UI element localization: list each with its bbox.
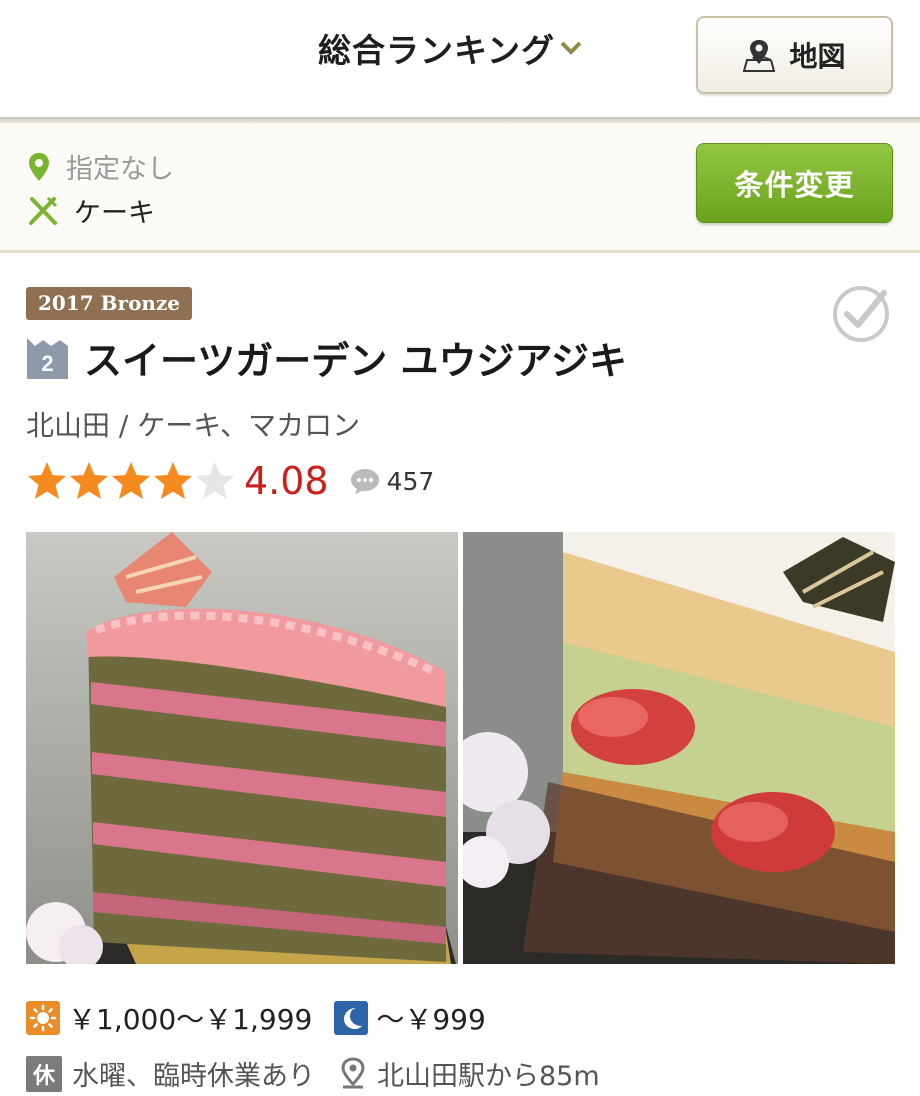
info-row: 休 水曜、臨時休業あり 北山田駅から85m xyxy=(26,1054,600,1093)
star-icon xyxy=(196,462,234,499)
review-count-link[interactable]: 457 xyxy=(349,466,435,496)
area-condition: 指定なし xyxy=(28,147,174,186)
star-icon xyxy=(154,462,192,499)
price-row: ￥1,000〜￥1,999 〜￥999 xyxy=(26,998,486,1038)
rating-value: 4.08 xyxy=(244,459,329,503)
header: 総合ランキング 地図 xyxy=(0,0,920,118)
check-circle-icon[interactable] xyxy=(832,285,890,343)
dinner-price: 〜￥999 xyxy=(376,1003,486,1036)
restaurant-photo-1[interactable] xyxy=(26,532,458,964)
star-icon xyxy=(70,462,108,499)
star-rating xyxy=(26,460,236,502)
cake-photo-image xyxy=(463,532,895,964)
award-badge: 2017 Bronze xyxy=(26,287,193,320)
map-button[interactable]: 地図 xyxy=(696,16,893,94)
star-icon xyxy=(112,462,150,499)
area-condition-label: 指定なし xyxy=(66,154,174,185)
rank-crown-icon: 2 xyxy=(27,338,68,379)
restaurant-name[interactable]: スイーツガーデン ユウジアジキ xyxy=(84,330,627,385)
comment-icon xyxy=(350,469,379,494)
rank-number: 2 xyxy=(41,351,53,376)
area-genre: 北山田 / ケーキ、マカロン xyxy=(26,409,361,442)
sun-icon xyxy=(26,1001,60,1035)
holiday-text: 水曜、臨時休業あり xyxy=(72,1061,315,1092)
review-count: 457 xyxy=(386,466,435,496)
map-pin-icon xyxy=(29,152,49,181)
map-pin-icon xyxy=(341,1056,365,1088)
restaurant-photo-2[interactable] xyxy=(463,532,895,964)
page-title: 総合ランキング xyxy=(318,31,556,70)
map-button-label: 地図 xyxy=(789,40,846,73)
moon-icon xyxy=(334,1001,369,1035)
star-icon xyxy=(28,462,66,499)
rating-row: 4.08 457 xyxy=(26,456,434,506)
change-conditions-button[interactable]: 条件変更 xyxy=(696,143,893,223)
holiday-icon: 休 xyxy=(26,1055,62,1092)
cake-photo-image xyxy=(26,532,458,964)
search-conditions: 指定なし ケーキ 条件変更 xyxy=(0,123,920,253)
ranking-dropdown[interactable]: 総合ランキング xyxy=(318,24,583,72)
genre-condition: ケーキ xyxy=(28,191,155,230)
access-text: 北山田駅から85m xyxy=(377,1061,600,1092)
chevron-down-icon xyxy=(560,41,582,55)
map-pin-icon xyxy=(743,40,776,72)
genre-condition-label: ケーキ xyxy=(74,198,155,229)
conditions-divider xyxy=(0,250,920,253)
fork-knife-icon xyxy=(29,196,58,225)
lunch-price: ￥1,000〜￥1,999 xyxy=(68,1003,313,1036)
